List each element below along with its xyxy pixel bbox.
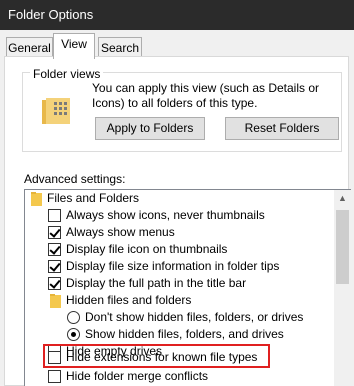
display-full-path-checkbox[interactable] — [48, 277, 61, 290]
option-label: Always show icons, never thumbnails — [66, 208, 265, 222]
option-label: Hide folder merge conflicts — [66, 369, 209, 383]
hide-folder-merge-conflicts-checkbox[interactable] — [48, 370, 61, 383]
option-label: Don't show hidden files, folders, or dri… — [85, 310, 304, 324]
show-hidden-radio[interactable] — [67, 328, 80, 341]
tab-view[interactable]: View — [53, 33, 95, 59]
folder-views-description: You can apply this view (such as Details… — [92, 81, 320, 110]
option-label: Display the full path in the title bar — [66, 276, 247, 290]
folder-icon — [50, 294, 61, 308]
folder-views-heading: Folder views — [30, 67, 104, 81]
tab-general[interactable]: General — [6, 37, 53, 57]
folder-icon — [31, 192, 42, 206]
option-label: Always show menus — [66, 225, 175, 239]
reset-folders-button[interactable]: Reset Folders — [225, 117, 339, 140]
dont-show-hidden-radio[interactable] — [67, 311, 80, 324]
apply-to-folders-button[interactable]: Apply to Folders — [95, 117, 205, 140]
option-label: Display file size information in folder … — [66, 259, 280, 273]
tab-search[interactable]: Search — [98, 37, 142, 57]
scroll-up-arrow-icon[interactable]: ▲ — [334, 190, 351, 207]
title-bar: Folder Options — [0, 0, 354, 30]
window-title: Folder Options — [8, 7, 94, 22]
tree-node-hidden-files: Hidden files and folders — [66, 293, 192, 307]
display-file-size-checkbox[interactable] — [48, 260, 61, 273]
always-show-icons-checkbox[interactable] — [48, 209, 61, 222]
vertical-scrollbar[interactable]: ▲ — [334, 190, 351, 386]
folder-view-icon — [42, 98, 70, 124]
tree-node-files-and-folders: Files and Folders — [47, 191, 140, 205]
always-show-menus-checkbox[interactable] — [48, 226, 61, 239]
option-label: Display file icon on thumbnails — [66, 242, 228, 256]
option-label: Show hidden files, folders, and drives — [85, 327, 284, 341]
tab-strip: General View Search — [0, 30, 354, 59]
advanced-settings-label: Advanced settings: — [24, 172, 126, 186]
display-file-icon-checkbox[interactable] — [48, 243, 61, 256]
scroll-thumb[interactable] — [336, 210, 349, 284]
highlight-box — [43, 344, 270, 368]
